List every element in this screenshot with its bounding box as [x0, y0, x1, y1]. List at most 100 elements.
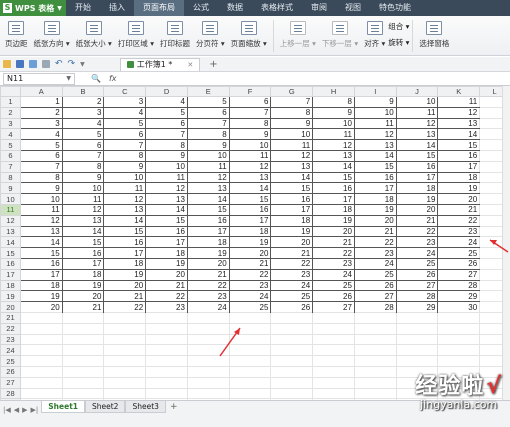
cell[interactable] — [312, 387, 355, 400]
cell[interactable]: 15 — [61, 236, 105, 249]
cell[interactable] — [61, 333, 105, 346]
cell[interactable]: 12 — [19, 214, 63, 227]
cell[interactable] — [19, 387, 63, 400]
cell[interactable]: 19 — [103, 268, 147, 281]
cell[interactable]: 22 — [270, 257, 314, 270]
cell[interactable]: 16 — [270, 193, 314, 205]
cell[interactable]: 16 — [186, 214, 230, 227]
cell[interactable]: 22 — [228, 268, 272, 281]
menu-tab[interactable]: 审阅 — [302, 0, 336, 16]
cell[interactable]: 10 — [61, 182, 105, 195]
cell[interactable]: 25 — [312, 279, 355, 292]
cell[interactable]: 12 — [145, 182, 188, 195]
cell-table[interactable]: A B C D E F G H I J K L 1 1 2 3 4 5 6 7 8 9 10 11 2 2 3 4 5 6 7 8 9 10 11 1… — [0, 86, 510, 400]
selection-pane-button[interactable]: 选择窗格 — [416, 16, 452, 54]
cell[interactable]: 22 — [312, 247, 355, 259]
cell[interactable]: 3 — [103, 96, 147, 108]
cell[interactable]: 18 — [19, 279, 63, 292]
cell[interactable]: 24 — [395, 247, 439, 259]
cell[interactable] — [353, 311, 397, 324]
cell[interactable]: 5 — [61, 128, 105, 141]
cell[interactable] — [395, 311, 439, 324]
cell[interactable]: 12 — [186, 171, 230, 184]
cell[interactable] — [61, 387, 105, 400]
cell[interactable]: 16 — [437, 149, 481, 162]
cell[interactable]: 15 — [270, 182, 314, 195]
chevron-down-icon[interactable]: ▼ — [66, 75, 71, 82]
cell[interactable]: 21 — [103, 290, 147, 303]
cell[interactable]: 6 — [145, 117, 188, 130]
cell[interactable]: 14 — [228, 182, 272, 195]
cell[interactable]: 27 — [353, 290, 397, 303]
cell[interactable] — [270, 322, 314, 335]
cell[interactable] — [437, 344, 481, 357]
cell[interactable] — [353, 365, 397, 378]
name-box[interactable]: N11 ▼ — [3, 72, 75, 85]
cell[interactable]: 2 — [61, 96, 105, 108]
row-header[interactable]: 16 — [0, 257, 21, 270]
cell[interactable]: 8 — [19, 171, 63, 184]
cell[interactable]: 9 — [61, 171, 105, 184]
cell[interactable]: 12 — [312, 139, 355, 151]
open-folder-icon[interactable] — [3, 60, 11, 68]
row-header[interactable]: 25 — [0, 355, 21, 367]
menu-tab[interactable]: 页面布局 — [134, 0, 184, 16]
cell[interactable]: 9 — [228, 128, 272, 141]
cell[interactable] — [103, 376, 147, 389]
cell[interactable] — [270, 365, 314, 378]
row-header[interactable]: 10 — [0, 193, 21, 205]
cell[interactable]: 29 — [437, 290, 481, 303]
ribbon-button[interactable]: 纸张大小 ▾ — [73, 16, 115, 54]
column-header[interactable]: E — [186, 86, 230, 97]
menu-tab[interactable]: 公式 — [184, 0, 218, 16]
cell[interactable]: 13 — [270, 160, 314, 173]
row-header[interactable]: 15 — [0, 247, 21, 259]
cell[interactable] — [437, 387, 481, 400]
cell[interactable] — [353, 344, 397, 357]
cell[interactable]: 11 — [312, 128, 355, 141]
row-header[interactable]: 24 — [0, 344, 21, 357]
row-header[interactable]: 27 — [0, 376, 21, 389]
cell[interactable] — [103, 344, 147, 357]
cell[interactable]: 3 — [19, 117, 63, 130]
cell[interactable]: 16 — [228, 203, 272, 216]
row-header[interactable]: 12 — [0, 214, 21, 227]
cell[interactable]: 17 — [145, 236, 188, 249]
row-header[interactable]: 23 — [0, 333, 21, 346]
add-sheet-button[interactable]: + — [170, 402, 178, 412]
cell[interactable]: 12 — [270, 149, 314, 162]
cell[interactable]: 19 — [395, 193, 439, 205]
cell[interactable]: 13 — [312, 149, 355, 162]
row-header[interactable]: 4 — [0, 128, 21, 141]
cell[interactable]: 6 — [186, 106, 230, 119]
cell[interactable]: 8 — [103, 149, 147, 162]
cell[interactable]: 17 — [61, 257, 105, 270]
cell[interactable] — [228, 387, 272, 400]
menu-tab[interactable]: 表格样式 — [252, 0, 302, 16]
cell[interactable] — [61, 365, 105, 378]
cell[interactable]: 20 — [437, 193, 481, 205]
cell[interactable]: 23 — [395, 236, 439, 249]
cell[interactable]: 11 — [19, 203, 63, 216]
cell[interactable]: 17 — [228, 214, 272, 227]
cell[interactable]: 7 — [61, 149, 105, 162]
cell[interactable]: 22 — [353, 236, 397, 249]
cell[interactable]: 21 — [353, 225, 397, 238]
cell[interactable]: 6 — [103, 128, 147, 141]
ribbon-button[interactable]: 打印区域 ▾ — [115, 16, 157, 54]
row-header[interactable]: 18 — [0, 279, 21, 292]
cell[interactable] — [186, 365, 230, 378]
cell[interactable]: 15 — [145, 214, 188, 227]
cell[interactable]: 2 — [19, 106, 63, 119]
fx-label[interactable]: fx — [109, 74, 117, 83]
cell[interactable]: 11 — [228, 149, 272, 162]
cell[interactable]: 7 — [19, 160, 63, 173]
cell[interactable]: 4 — [103, 106, 147, 119]
cell[interactable]: 8 — [270, 106, 314, 119]
row-header[interactable]: 22 — [0, 322, 21, 335]
app-menu-button[interactable]: S WPS 表格 ▼ — [0, 0, 66, 16]
cell[interactable] — [19, 376, 63, 389]
cell[interactable]: 14 — [353, 149, 397, 162]
ribbon-button[interactable]: 页边距 — [2, 16, 31, 54]
sheet-tab[interactable]: Sheet1 — [41, 401, 85, 413]
